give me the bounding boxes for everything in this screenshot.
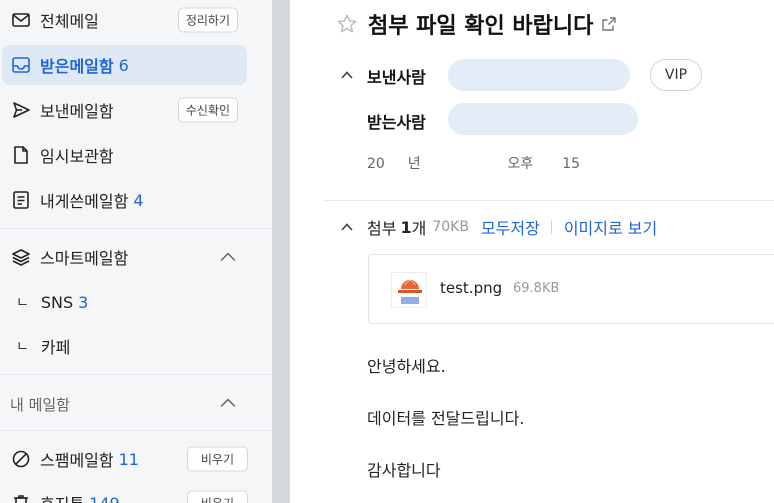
mail-sidebar: 전체메일 정리하기 받은메일함 6 보낸메일함 수신확인 임시보관함 내게쓴메일… <box>0 0 272 503</box>
view-as-image-button[interactable]: 이미지로 보기 <box>564 215 657 239</box>
star-icon[interactable] <box>336 13 358 35</box>
mail-count: 11 <box>118 449 139 469</box>
sidebar-item-smart-mailbox[interactable]: 스마트메일함 <box>0 237 256 277</box>
header-divider <box>324 200 774 201</box>
sidebar-item-label: 전체메일 <box>40 12 99 31</box>
mail-count: 149 <box>89 493 120 503</box>
attachment-file-name[interactable]: test.png <box>440 279 502 297</box>
organize-button[interactable]: 정리하기 <box>177 7 238 33</box>
inbox-icon <box>10 54 32 76</box>
pane-resize-handle[interactable] <box>272 0 290 503</box>
sidebar-divider <box>0 228 272 229</box>
sidebar-item-label: 받은메일함 <box>40 57 114 76</box>
block-icon <box>10 448 32 470</box>
link-separator <box>550 220 552 234</box>
attachments-count-unit: 개 <box>411 219 427 238</box>
recipient-chip[interactable] <box>448 103 638 135</box>
date-year-unit: 년 <box>407 156 421 172</box>
file-thumbnail <box>391 272 427 308</box>
unread-count: 6 <box>118 55 129 75</box>
to-label: 받는사람 <box>367 113 426 132</box>
sidebar-item-label: 휴지통 <box>40 491 84 503</box>
sidebar-subitem-label: SNS <box>40 292 74 312</box>
message-subject: 첨부 파일 확인 바랍니다 <box>368 14 594 39</box>
message-date: 20 년 오후 15 <box>367 153 580 173</box>
date-minute: 15 <box>562 156 581 172</box>
attachments-bar: 첨부 1 개 70KB 모두저장 이미지로 보기 <box>340 215 657 239</box>
open-new-window-icon[interactable] <box>601 16 617 32</box>
attachment-file-size: 69.8KB <box>513 281 560 296</box>
note-icon <box>10 189 32 211</box>
mail-count: 4 <box>133 190 144 210</box>
attachments-label: 첨부 <box>367 219 397 238</box>
sidebar-item-drafts[interactable]: 임시보관함 <box>0 135 256 175</box>
mail-count: 3 <box>78 292 89 312</box>
vip-button[interactable]: VIP <box>650 59 702 91</box>
message-header: 첨부 파일 확인 바랍니다 <box>336 8 617 40</box>
collapse-chevron-up-icon[interactable] <box>218 250 238 264</box>
empty-spam-button[interactable]: 비우기 <box>186 446 248 472</box>
date-ampm: 오후 <box>507 156 534 172</box>
body-paragraph: 감사합니다 <box>367 461 441 480</box>
sidebar-item-spam[interactable]: 스팸메일함 11 비우기 <box>0 439 256 479</box>
layers-icon <box>10 246 32 268</box>
tree-branch-glyph: ㄴ <box>16 295 29 311</box>
date-year-prefix: 20 <box>367 156 385 172</box>
body-paragraph: 안녕하세요. <box>367 357 446 376</box>
sidebar-subitem-sns[interactable]: ㄴ SNS 3 <box>16 285 88 319</box>
collapse-chevron-up-icon[interactable] <box>218 396 238 410</box>
attachment-file-card[interactable]: test.png 69.8KB <box>368 254 774 324</box>
read-receipt-button[interactable]: 수신확인 <box>177 97 238 123</box>
sidebar-item-to-myself[interactable]: 내게쓴메일함 4 <box>0 180 256 220</box>
tree-branch-glyph: ㄴ <box>16 339 29 355</box>
my-mailbox-section-label: 내 메일함 <box>10 396 70 414</box>
sidebar-item-trash[interactable]: 휴지통 149 비우기 <box>0 483 256 503</box>
sidebar-divider <box>0 374 272 375</box>
message-view: 첨부 파일 확인 바랍니다 보낸사람 VIP 받는사람 20 년 오후 15 첨… <box>290 0 774 503</box>
trash-icon <box>10 492 32 503</box>
collapse-recipients-chevron-icon[interactable] <box>340 68 354 82</box>
send-icon <box>10 99 32 121</box>
save-all-button[interactable]: 모두저장 <box>481 215 540 239</box>
document-icon <box>10 144 32 166</box>
sidebar-subitem-label: 카페 <box>40 338 71 357</box>
sidebar-item-label: 임시보관함 <box>40 147 114 166</box>
envelope-icon <box>10 9 32 31</box>
sender-chip[interactable] <box>448 59 630 91</box>
sidebar-item-all-mail[interactable]: 전체메일 정리하기 <box>0 0 256 40</box>
sidebar-item-inbox[interactable]: 받은메일함 6 <box>2 45 247 85</box>
image-thumbnail-icon <box>398 279 422 304</box>
body-paragraph: 데이터를 전달드립니다. <box>367 409 525 428</box>
sidebar-item-label: 내게쓴메일함 <box>40 192 129 211</box>
sidebar-item-sent[interactable]: 보낸메일함 수신확인 <box>0 90 256 130</box>
sidebar-item-label: 스마트메일함 <box>40 249 129 268</box>
attachments-count: 1 <box>400 217 412 237</box>
collapse-attachments-chevron-icon[interactable] <box>340 220 354 234</box>
sidebar-item-label: 보낸메일함 <box>40 102 114 121</box>
from-label: 보낸사람 <box>367 68 426 87</box>
sidebar-divider <box>0 430 272 431</box>
sidebar-subitem-cafe[interactable]: ㄴ 카페 <box>16 329 70 363</box>
attachments-total-size: 70KB <box>432 219 469 235</box>
sidebar-item-label: 스팸메일함 <box>40 451 114 470</box>
empty-trash-button[interactable]: 비우기 <box>186 490 248 503</box>
